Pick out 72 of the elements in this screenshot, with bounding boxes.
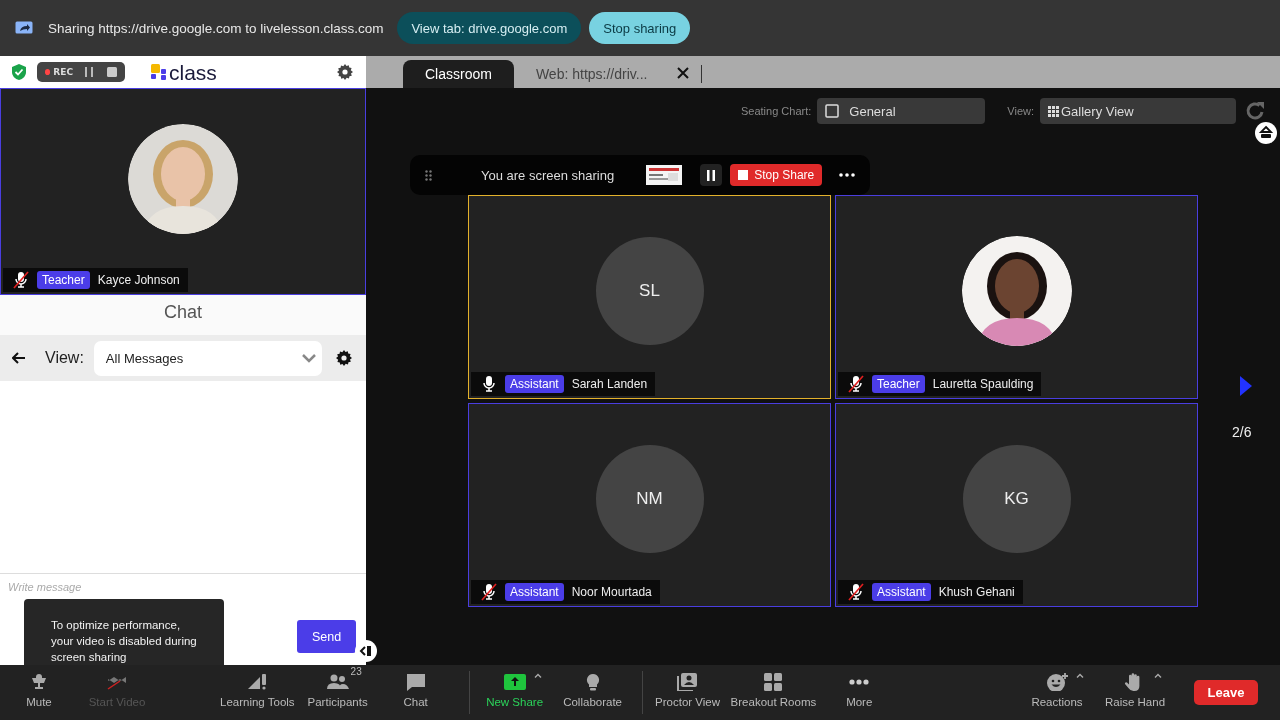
pause-button[interactable] (700, 164, 723, 186)
grid-icon (762, 673, 785, 691)
settings-icon[interactable] (335, 350, 352, 366)
chevron-down-icon (301, 353, 316, 363)
view-label: View: (45, 349, 84, 367)
square-icon (825, 104, 840, 118)
more-icon[interactable] (839, 173, 856, 177)
role-badge: Teacher (872, 375, 925, 393)
stop-icon (107, 67, 117, 77)
toolbar-button[interactable]: Chat (376, 665, 455, 720)
drag-handle-icon[interactable] (425, 169, 432, 181)
settings-icon[interactable] (337, 64, 353, 80)
toolbar-button[interactable]: Raise Hand (1096, 665, 1174, 720)
caret-up-icon[interactable] (1154, 673, 1162, 678)
toolbar-button[interactable]: Proctor View (648, 671, 727, 714)
caret-up-icon[interactable] (1076, 673, 1084, 678)
screen-share-status: You are screen sharing (481, 167, 615, 183)
pause-icon (85, 67, 93, 77)
chat-title: Chat (0, 295, 366, 335)
ruler-pencil-icon (246, 673, 269, 691)
participant-name: Kayce Johnson (97, 273, 180, 287)
share-message: Sharing https://drive.google.com to livelesson.class.com (48, 20, 384, 36)
recording-controls[interactable]: REC (37, 62, 125, 82)
toolbar-button[interactable]: New Share (475, 671, 554, 714)
message-input[interactable]: Write message (8, 580, 208, 594)
eject-icon[interactable] (1255, 122, 1277, 144)
close-icon[interactable] (677, 67, 690, 79)
avatar-initials: NM (595, 445, 704, 553)
participant-name: Sarah Landen (571, 377, 648, 391)
toolbar-button[interactable]: More (820, 671, 899, 714)
toolbar-button[interactable]: Breakout Rooms (726, 671, 821, 714)
logo-text: class (169, 61, 217, 83)
stop-sharing-button[interactable]: Stop sharing (589, 12, 691, 44)
toolbar-button[interactable]: 23 Participants (298, 665, 377, 720)
seating-chart-dropdown[interactable]: General (817, 98, 986, 124)
tab[interactable]: Classroom (403, 60, 514, 88)
grid-icon (1048, 105, 1059, 117)
role-badge: Assistant (505, 375, 564, 393)
pause-icon (707, 169, 716, 181)
page-indicator: 2/6 (1232, 424, 1252, 440)
role-badge: Assistant (872, 583, 931, 601)
caret-up-icon[interactable] (533, 673, 542, 678)
avatar-initials: KG (962, 445, 1071, 553)
screen-thumbnail-icon (646, 165, 683, 185)
person-card-icon (676, 673, 699, 691)
message-filter-dropdown[interactable]: All Messages (93, 340, 322, 376)
tab[interactable]: Web: https://driv... (513, 60, 670, 88)
toolbar-button[interactable]: Collaborate (553, 671, 632, 714)
people-icon (326, 673, 349, 691)
toolbar-button[interactable]: Reactions (1018, 665, 1096, 720)
stop-share-button[interactable]: Stop Share (730, 164, 823, 186)
role-badge: Teacher (37, 271, 90, 289)
leave-button[interactable]: Leave (1194, 680, 1258, 705)
participant-name: Lauretta Spaulding (932, 377, 1034, 391)
send-button[interactable]: Send (297, 620, 356, 653)
view-label: View: (1007, 105, 1034, 117)
speech-bubble-icon (404, 673, 427, 691)
shield-check-icon (12, 64, 26, 80)
view-dropdown[interactable]: Gallery View (1040, 98, 1236, 124)
smiley-icon (1046, 673, 1068, 691)
participant-name: Khush Gehani (938, 585, 1015, 599)
next-page-icon[interactable] (1240, 376, 1252, 396)
role-badge: Assistant (505, 583, 564, 601)
participant-count: 23 (350, 666, 362, 677)
screen-share-icon (15, 21, 33, 35)
participant-name: Noor Mourtada (571, 585, 652, 599)
back-arrow-icon[interactable] (12, 352, 26, 364)
logo-squares-icon (151, 64, 167, 80)
avatar-initials: SL (595, 237, 704, 345)
seating-chart-label: Seating Chart: (740, 105, 812, 117)
stop-icon (738, 170, 749, 180)
view-tab-button[interactable]: View tab: drive.google.com (397, 12, 582, 44)
